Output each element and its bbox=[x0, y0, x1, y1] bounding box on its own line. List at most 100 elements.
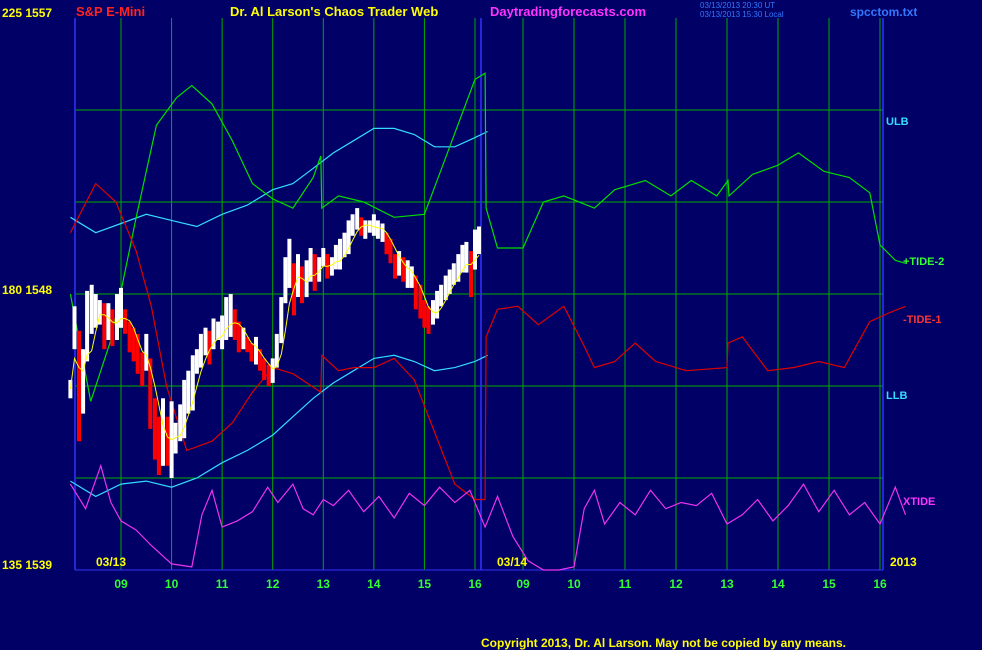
x-tick-label-day2: 14 bbox=[771, 577, 785, 591]
price-bar bbox=[115, 294, 119, 340]
x-tick-label-day2: 12 bbox=[669, 577, 683, 591]
price-bar bbox=[203, 327, 208, 356]
price-bar bbox=[161, 398, 165, 466]
price-bar bbox=[106, 303, 111, 340]
price-bar bbox=[93, 294, 98, 328]
price-bar bbox=[283, 257, 288, 304]
price-bar bbox=[312, 254, 317, 291]
chart-title: Dr. Al Larson's Chaos Trader Web bbox=[230, 4, 439, 19]
timestamp-local: 03/13/2013 15:30 Local bbox=[700, 10, 784, 19]
series-layer bbox=[69, 72, 907, 571]
price-bar bbox=[304, 260, 309, 298]
price-bar bbox=[254, 336, 258, 365]
price-bar bbox=[85, 290, 90, 362]
x-tick-label-day2: 11 bbox=[619, 577, 632, 591]
price-bar bbox=[397, 251, 402, 276]
price-bar bbox=[477, 226, 481, 255]
price-bar bbox=[363, 220, 368, 239]
price-bar bbox=[300, 266, 304, 304]
x-tick-label-day1: 14 bbox=[367, 577, 381, 591]
x-tick-label-day2: 13 bbox=[720, 577, 734, 591]
price-bar bbox=[211, 318, 216, 350]
y-label-top: 225 1557 bbox=[2, 6, 53, 20]
site-link[interactable]: Daytradingforecasts.com bbox=[490, 4, 646, 19]
price-bar bbox=[371, 214, 376, 236]
price-bar bbox=[224, 297, 229, 340]
price-bar bbox=[165, 416, 170, 466]
price-bar bbox=[140, 352, 145, 386]
price-bar bbox=[464, 241, 469, 273]
price-bar bbox=[350, 214, 355, 236]
price-bar bbox=[89, 284, 94, 334]
price-bar bbox=[152, 398, 157, 460]
price-bar bbox=[77, 330, 81, 442]
price-bar bbox=[249, 343, 254, 362]
price-bar bbox=[72, 306, 77, 350]
price-bar bbox=[338, 238, 342, 270]
price-bar bbox=[194, 349, 199, 374]
price-bar bbox=[333, 244, 338, 270]
x-tick-label-day1: 12 bbox=[266, 577, 280, 591]
timestamp-ut: 03/13/2013 20:30 UT bbox=[700, 1, 776, 10]
price-bar bbox=[405, 260, 410, 288]
price-bar bbox=[287, 238, 292, 288]
price-bar bbox=[375, 220, 380, 239]
price-bar bbox=[439, 284, 444, 307]
x-tick-label-day2: 15 bbox=[822, 577, 836, 591]
copyright-notice: Copyright 2013, Dr. Al Larson. May not b… bbox=[481, 636, 846, 650]
price-bar bbox=[198, 333, 203, 368]
label-llb: LLB bbox=[886, 390, 908, 402]
price-bar bbox=[262, 358, 267, 380]
x-tick-label-day1: 11 bbox=[216, 577, 229, 591]
x-tick-label-day1: 13 bbox=[317, 577, 331, 591]
price-bar bbox=[123, 309, 127, 334]
price-bar bbox=[144, 333, 149, 371]
series-llb bbox=[70, 354, 488, 498]
series-ulb bbox=[70, 127, 488, 234]
year-label: 2013 bbox=[890, 555, 917, 569]
x-tick-label-day1: 09 bbox=[114, 577, 128, 591]
label-tide1: -TIDE-1 bbox=[903, 314, 942, 326]
price-bar bbox=[270, 358, 275, 383]
x-tick-label-day1: 10 bbox=[165, 577, 179, 591]
x-tick-label-day2: 16 bbox=[873, 577, 887, 591]
price-bar bbox=[232, 309, 237, 340]
series-xtide bbox=[69, 463, 907, 571]
y-label-bottom: 135 1539 bbox=[2, 558, 53, 572]
date-label-day1: 03/13 bbox=[96, 555, 127, 569]
date-label-day2: 03/14 bbox=[497, 555, 528, 569]
price-bar bbox=[296, 254, 300, 297]
label-tide2: +TIDE-2 bbox=[903, 256, 945, 268]
price-bar bbox=[279, 297, 284, 344]
label-ulb: ULB bbox=[886, 116, 909, 128]
x-tick-label-day1: 15 bbox=[418, 577, 432, 591]
grid bbox=[75, 18, 883, 570]
price-bar bbox=[355, 208, 360, 230]
label-xtide: XTIDE bbox=[903, 496, 936, 508]
symbol-label: S&P E-Mini bbox=[76, 4, 146, 19]
price-bar bbox=[186, 370, 191, 414]
price-bar bbox=[367, 220, 372, 233]
price-bar bbox=[435, 290, 440, 319]
price-bar bbox=[127, 321, 132, 353]
data-file-label: spcctom.txt bbox=[850, 5, 918, 19]
x-axis-ticks: 09 10 11 12 13 14 15 16 09 10 11 12 13 14 15 16 bbox=[114, 577, 887, 591]
price-bar bbox=[451, 263, 456, 285]
price-bar bbox=[236, 321, 241, 353]
price-bar bbox=[380, 223, 385, 242]
price-bar bbox=[228, 294, 233, 337]
price-bar bbox=[426, 306, 431, 334]
price-bar bbox=[119, 287, 123, 328]
price-bar bbox=[422, 300, 427, 328]
price-bar bbox=[393, 254, 398, 279]
price-bar bbox=[469, 251, 473, 298]
price-bar bbox=[473, 229, 477, 270]
chart-canvas: 09 10 11 12 13 14 15 16 09 10 11 12 13 14 15 16 bbox=[68, 18, 907, 591]
price-bar bbox=[156, 416, 161, 475]
price-bar bbox=[81, 349, 86, 414]
price-bar bbox=[220, 315, 225, 350]
price-bar bbox=[329, 257, 334, 276]
price-bar bbox=[102, 303, 107, 350]
y-label-mid: 180 1548 bbox=[2, 283, 53, 297]
series-tide-1 bbox=[69, 182, 906, 501]
